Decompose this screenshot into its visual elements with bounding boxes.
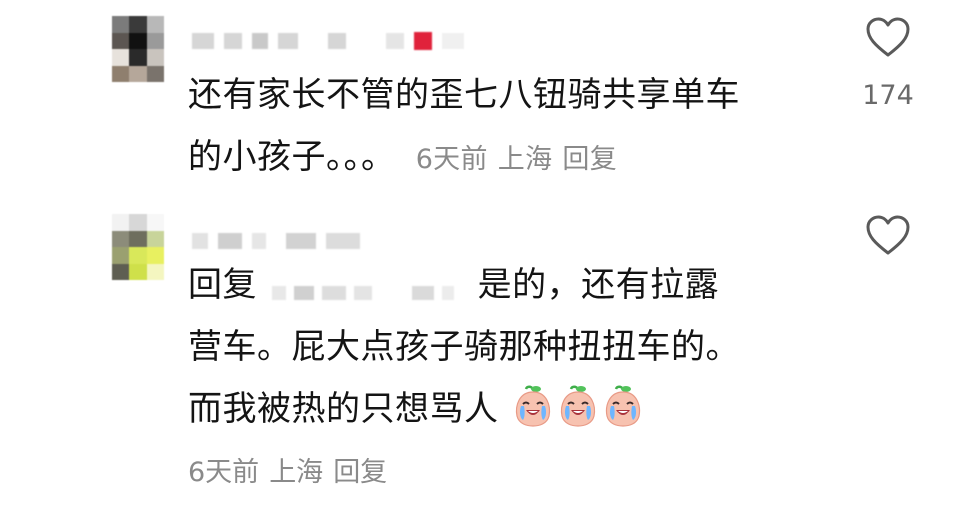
heart-outline-icon[interactable]	[865, 16, 911, 58]
comment-time: 6天前	[415, 144, 488, 175]
avatar[interactable]	[112, 214, 164, 280]
comment-text-line: 营车。屁大点孩子骑那种扭扭车的。	[188, 327, 740, 367]
like-area	[858, 214, 918, 256]
comment-time: 6天前	[188, 457, 260, 488]
comment-thread: 还有家长不管的歪七八钮骑共享单车 的小孩子。。。 6天前 上海 回复 174 回…	[0, 0, 960, 508]
comment-meta: 6天前 上海 回复	[188, 450, 397, 489]
comment-text-line: 而我被热的只想骂人	[188, 378, 808, 440]
reply-button[interactable]: 回复	[562, 144, 617, 175]
comment-location: 上海	[269, 457, 324, 488]
comment-location: 上海	[497, 144, 553, 175]
avatar[interactable]	[112, 16, 164, 82]
comment-text-line: 的小孩子。。。 6天前 上海 回复	[188, 126, 808, 191]
comment-text-line: 还有家长不管的歪七八钮骑共享单车	[188, 75, 740, 115]
comment-body: 回复 是的，还有拉露 营车。屁大点孩子骑那种扭扭车的。 而我被热的只想骂人	[188, 254, 808, 440]
like-area: 174	[858, 16, 918, 111]
comment-meta: 6天前 上海 回复	[407, 144, 627, 175]
crying-peach-emoji-icon	[605, 385, 640, 427]
crying-peach-emoji-icon	[515, 385, 550, 427]
comment-text-line: 回复 是的，还有拉露	[188, 254, 808, 316]
reply-button[interactable]: 回复	[333, 457, 387, 488]
mention-redacted[interactable]	[272, 276, 462, 310]
reply-prefix: 回复	[188, 265, 257, 305]
crying-peach-emoji-icon	[560, 385, 595, 427]
username-redacted[interactable]	[192, 30, 474, 52]
heart-outline-icon[interactable]	[865, 214, 911, 256]
like-count: 174	[862, 80, 914, 111]
comment-item: 回复 是的，还有拉露 营车。屁大点孩子骑那种扭扭车的。 而我被热的只想骂人 6天…	[0, 200, 960, 508]
user-badge-icon	[414, 32, 432, 50]
username-redacted[interactable]	[192, 230, 370, 252]
comment-body: 还有家长不管的歪七八钮骑共享单车 的小孩子。。。 6天前 上海 回复	[188, 64, 808, 191]
comment-item: 还有家长不管的歪七八钮骑共享单车 的小孩子。。。 6天前 上海 回复 174	[0, 0, 960, 200]
